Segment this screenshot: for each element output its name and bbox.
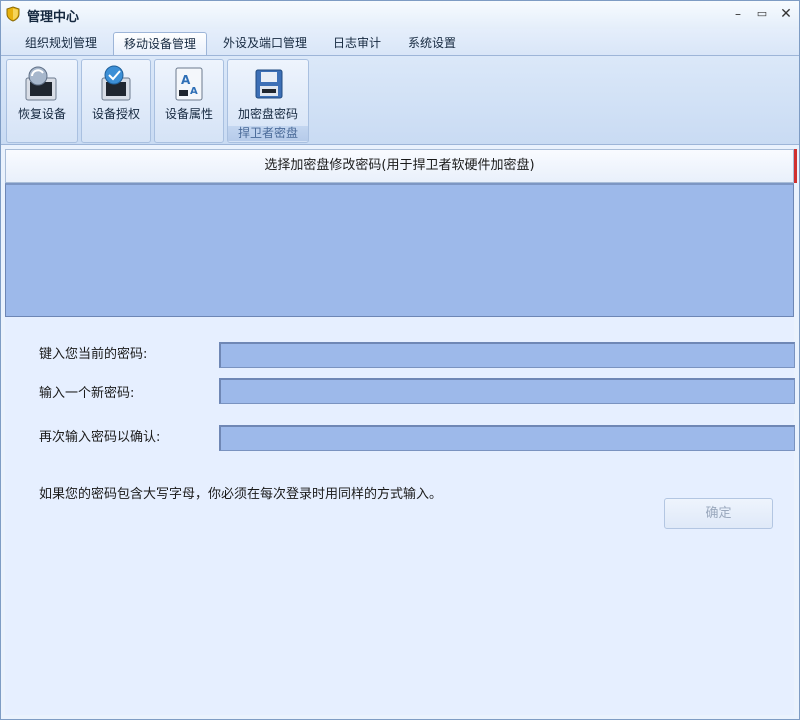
ribbon-group-authorize: 设备授权 <box>81 59 151 143</box>
device-properties-icon: A A <box>169 64 209 104</box>
ribbon-group-restore: 恢复设备 <box>6 59 78 143</box>
ribbon-toolbar: 恢复设备 设备授权 A A 设备属性 加密盘密码 捍卫者密盘 <box>1 55 799 145</box>
ribbon-group-label: 捍卫者密盘 <box>228 126 308 141</box>
ribbon-group-encrypted-disk: 加密盘密码 捍卫者密盘 <box>227 59 309 143</box>
window-title: 管理中心 <box>27 10 80 25</box>
restore-device-button[interactable]: 恢复设备 <box>7 62 77 128</box>
title-bar: 管理中心 – ▭ ✕ <box>1 1 799 29</box>
tab-log-audit[interactable]: 日志审计 <box>323 32 391 55</box>
confirm-password-input[interactable] <box>219 425 795 451</box>
disk-list-header[interactable]: 选择加密盘修改密码(用于捍卫者软硬件加密盘) <box>5 149 794 183</box>
new-password-label: 输入一个新密码: <box>39 386 135 401</box>
current-password-input[interactable] <box>219 342 795 368</box>
svg-text:A: A <box>181 73 191 87</box>
svg-text:A: A <box>190 86 198 97</box>
tab-system-settings[interactable]: 系统设置 <box>397 32 467 55</box>
ribbon-group-properties: A A 设备属性 <box>154 59 224 143</box>
main-window: 管理中心 – ▭ ✕ 组织规划管理 移动设备管理 外设及端口管理 日志审计 系统… <box>0 0 800 720</box>
tab-peripheral-port-management[interactable]: 外设及端口管理 <box>213 32 317 55</box>
tab-bar: 组织规划管理 移动设备管理 外设及端口管理 日志审计 系统设置 <box>1 29 799 55</box>
close-button[interactable]: ✕ <box>775 5 797 23</box>
device-properties-label: 设备属性 <box>164 107 213 121</box>
encrypted-disk-list[interactable] <box>5 183 794 317</box>
device-authorize-button[interactable]: 设备授权 <box>82 62 150 128</box>
ok-button[interactable]: 确定 <box>664 498 773 529</box>
password-case-hint: 如果您的密码包含大写字母，你必须在每次登录时用同样的方式输入。 <box>39 487 443 502</box>
new-password-input[interactable] <box>219 378 795 404</box>
encrypted-disk-password-icon <box>248 64 288 104</box>
device-authorize-icon <box>96 64 136 104</box>
confirm-password-label: 再次输入密码以确认: <box>39 430 161 445</box>
device-authorize-label: 设备授权 <box>91 107 140 121</box>
shield-icon <box>5 6 21 22</box>
device-properties-button[interactable]: A A 设备属性 <box>155 62 223 128</box>
minimize-button[interactable]: – <box>727 5 749 23</box>
encrypted-disk-password-label: 加密盘密码 <box>237 107 298 121</box>
maximize-button[interactable]: ▭ <box>751 5 773 23</box>
tab-mobile-device-management[interactable]: 移动设备管理 <box>113 32 207 55</box>
device-restore-icon <box>22 64 62 104</box>
scrollbar-marker[interactable] <box>794 149 797 183</box>
current-password-label: 键入您当前的密码: <box>39 347 148 362</box>
restore-device-label: 恢复设备 <box>17 107 66 121</box>
encrypted-disk-password-button[interactable]: 加密盘密码 <box>228 62 308 128</box>
tab-organization-planning[interactable]: 组织规划管理 <box>13 32 109 55</box>
main-content: 选择加密盘修改密码(用于捍卫者软硬件加密盘) 键入您当前的密码: 输入一个新密码… <box>5 149 797 715</box>
